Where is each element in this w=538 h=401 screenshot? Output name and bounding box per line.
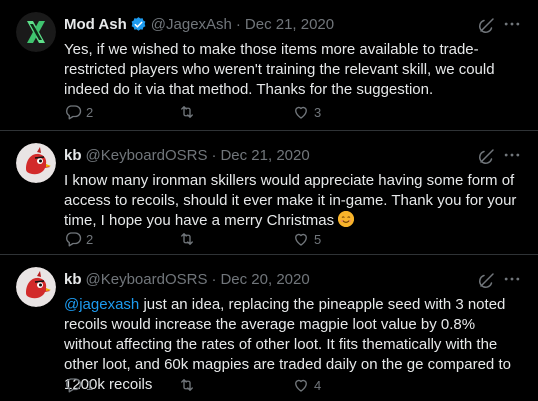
avatar[interactable] [16, 267, 56, 307]
reply-button[interactable]: 2 [64, 230, 178, 248]
retweet-button[interactable] [178, 103, 292, 121]
jagex-x-logo-icon [16, 12, 56, 52]
grok-icon[interactable] [478, 271, 496, 289]
reply-count: 2 [86, 104, 94, 120]
heart-icon [295, 379, 307, 392]
timeline: Mod Ash @JagexAsh · Dec 21, 2020 Yes, if… [0, 0, 538, 401]
grok-icon[interactable] [478, 16, 496, 34]
display-name[interactable]: kb [64, 271, 82, 288]
reply-count: 1 [86, 377, 94, 393]
heart-icon [295, 106, 307, 119]
tweet-actions: 2 3 [64, 102, 522, 122]
avatar[interactable] [16, 12, 56, 52]
verified-badge-icon [130, 16, 147, 33]
smiling-face-emoji [338, 211, 355, 227]
like-button[interactable]: 3 [292, 103, 406, 121]
tweet-text: I know many ironman skillers would appre… [64, 172, 517, 229]
grok-icon[interactable] [478, 147, 496, 165]
more-options-icon[interactable] [502, 269, 522, 289]
tweet[interactable]: Mod Ash @JagexAsh · Dec 21, 2020 Yes, if… [0, 0, 538, 130]
tweet-actions: 1 4 [64, 375, 522, 395]
red-bird-avatar-icon [16, 267, 56, 307]
tweet[interactable]: kb @KeyboardOSRS · Dec 20, 2020 @jagexas… [0, 254, 538, 401]
reply-button[interactable]: 1 [64, 376, 178, 394]
red-bird-avatar-icon [16, 143, 56, 183]
separator-dot: · [211, 146, 217, 164]
reply-icon [66, 378, 82, 393]
tweet-date[interactable]: Dec 20, 2020 [220, 271, 309, 288]
user-handle[interactable]: @JagexAsh [151, 16, 232, 33]
tweet-date[interactable]: Dec 21, 2020 [245, 16, 334, 33]
separator-dot: · [235, 15, 241, 33]
display-name[interactable]: kb [64, 147, 82, 164]
like-button[interactable]: 5 [292, 230, 406, 248]
like-count: 3 [314, 104, 322, 120]
user-handle[interactable]: @KeyboardOSRS [86, 271, 208, 288]
heart-icon [295, 233, 307, 246]
more-options-icon[interactable] [502, 145, 522, 165]
tweet-date[interactable]: Dec 21, 2020 [220, 147, 309, 164]
reply-count: 2 [86, 231, 94, 247]
reply-icon [66, 232, 82, 247]
retweet-button[interactable] [178, 230, 292, 248]
reply-button[interactable]: 2 [64, 103, 178, 121]
mention-link[interactable]: @jagexash [64, 296, 139, 313]
tweet-text-container: I know many ironman skillers would appre… [64, 171, 522, 231]
retweet-icon [181, 379, 193, 391]
avatar[interactable] [16, 143, 56, 183]
like-count: 5 [314, 231, 322, 247]
like-count: 4 [314, 377, 322, 393]
tweet-actions: 2 5 [64, 229, 522, 249]
tweet-text: Yes, if we wished to make those items mo… [64, 41, 495, 98]
display-name[interactable]: Mod Ash [64, 16, 127, 33]
user-handle[interactable]: @KeyboardOSRS [86, 147, 208, 164]
separator-dot: · [211, 270, 217, 288]
retweet-icon [181, 106, 193, 118]
like-button[interactable]: 4 [292, 376, 406, 394]
retweet-button[interactable] [178, 376, 292, 394]
more-options-icon[interactable] [502, 14, 522, 34]
reply-icon [66, 105, 82, 120]
tweet[interactable]: kb @KeyboardOSRS · Dec 21, 2020 I know m… [0, 130, 538, 254]
retweet-icon [181, 233, 193, 245]
